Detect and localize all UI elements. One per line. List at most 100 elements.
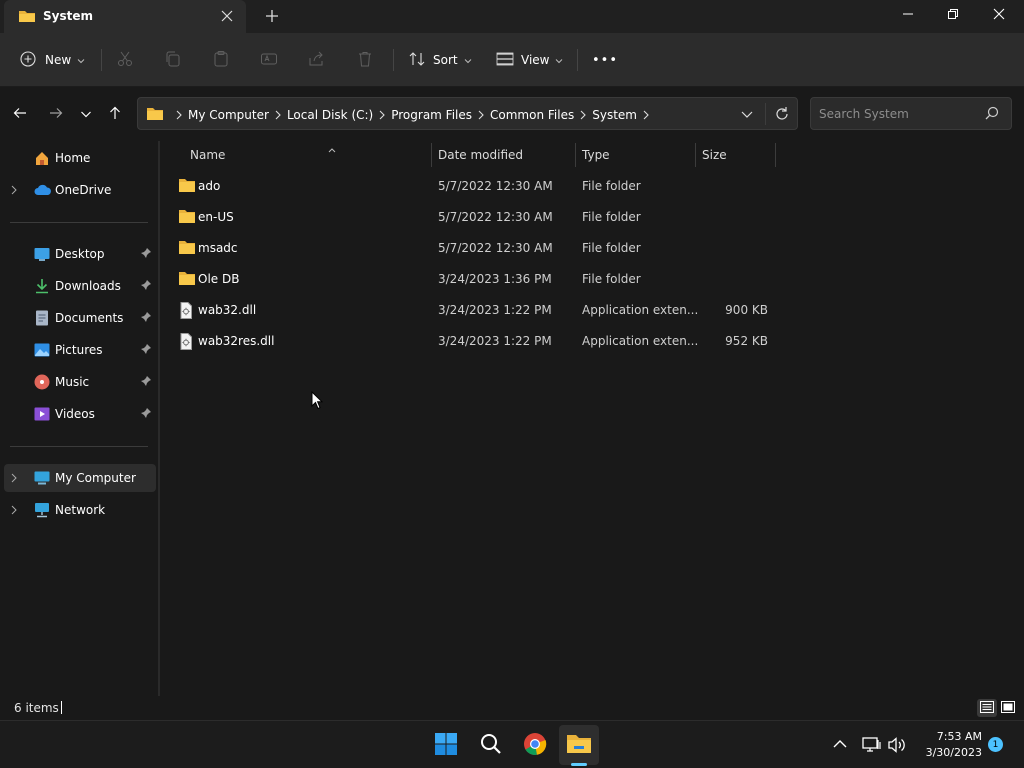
start-button[interactable] xyxy=(426,725,466,765)
sidebar-item-music[interactable]: Music xyxy=(4,368,156,396)
close-icon xyxy=(993,8,1005,23)
sidebar-item-label: Network xyxy=(55,503,106,517)
folder-icon xyxy=(178,240,196,258)
column-header-type[interactable]: Type xyxy=(576,141,696,168)
sidebar-item-onedrive[interactable]: OneDrive xyxy=(4,176,156,204)
recent-locations-button[interactable] xyxy=(75,103,97,125)
details-view-button[interactable] xyxy=(977,699,997,717)
sidebar-item-downloads[interactable]: Downloads xyxy=(4,272,156,300)
minimize-button[interactable] xyxy=(885,0,931,30)
rename-button[interactable] xyxy=(260,46,278,74)
file-name: Ole DB xyxy=(198,272,240,286)
sidebar-item-home[interactable]: Home xyxy=(4,144,156,172)
file-row-msadc[interactable]: msadc 5/7/2022 12:30 AM File folder xyxy=(172,233,776,264)
file-type: File folder xyxy=(582,241,641,255)
pin-icon xyxy=(140,311,152,326)
file-row-wab32-dll[interactable]: wab32.dll 3/24/2023 1:22 PM Application … xyxy=(172,295,776,326)
close-window-button[interactable] xyxy=(976,0,1022,30)
file-row-en-us[interactable]: en-US 5/7/2022 12:30 AM File folder xyxy=(172,202,776,233)
breadcrumb-system[interactable]: System xyxy=(592,108,637,122)
address-bar[interactable]: My Computer Local Disk (C:) Program File… xyxy=(137,97,798,130)
file-row-ole-db[interactable]: Ole DB 3/24/2023 1:36 PM File folder xyxy=(172,264,776,295)
new-button[interactable]: New xyxy=(20,46,86,74)
taskbar-search-button[interactable] xyxy=(471,725,511,765)
status-separator xyxy=(61,701,62,714)
sidebar-item-desktop[interactable]: Desktop xyxy=(4,240,156,268)
paste-button[interactable] xyxy=(212,46,230,74)
breadcrumb-program-files[interactable]: Program Files xyxy=(391,108,472,122)
column-divider[interactable] xyxy=(775,143,776,167)
breadcrumb-my-computer[interactable]: My Computer xyxy=(188,108,269,122)
network-icon xyxy=(34,502,50,518)
sidebar-item-documents[interactable]: Documents xyxy=(4,304,156,332)
sidebar-item-videos[interactable]: Videos xyxy=(4,400,156,428)
notification-badge[interactable]: 1 xyxy=(988,737,1003,752)
status-bar: 6 items xyxy=(0,696,1024,720)
chevron-right-icon xyxy=(172,110,186,120)
sidebar-item-label: Home xyxy=(55,151,91,165)
up-button[interactable] xyxy=(104,103,126,125)
address-history-button[interactable] xyxy=(738,106,756,122)
sidebar-item-pictures[interactable]: Pictures xyxy=(4,336,156,364)
sidebar-item-label: Downloads xyxy=(55,279,121,293)
chevron-right-icon xyxy=(474,110,488,120)
delete-button[interactable] xyxy=(356,46,374,74)
file-row-ado[interactable]: ado 5/7/2022 12:30 AM File folder xyxy=(172,171,776,202)
file-name: wab32res.dll xyxy=(198,334,275,348)
restore-button[interactable] xyxy=(930,0,976,30)
show-hidden-icons-button[interactable] xyxy=(832,737,848,754)
pin-icon xyxy=(140,247,152,262)
column-header-label: Name xyxy=(190,148,226,162)
sidebar-item-label: Videos xyxy=(55,407,95,421)
copy-icon xyxy=(164,50,182,71)
file-name: en-US xyxy=(198,210,234,224)
music-icon xyxy=(34,374,50,390)
file-row-wab32res-dll[interactable]: wab32res.dll 3/24/2023 1:22 PM Applicati… xyxy=(172,326,776,357)
network-status-button[interactable] xyxy=(862,736,882,757)
file-type: Application exten... xyxy=(582,334,699,348)
column-header-name[interactable]: Name xyxy=(184,141,432,168)
file-explorer-button[interactable] xyxy=(559,725,599,765)
folder-icon xyxy=(18,8,36,27)
clock-date: 3/30/2023 xyxy=(925,746,982,759)
search-input[interactable] xyxy=(819,105,979,123)
copy-button[interactable] xyxy=(164,46,182,74)
clock[interactable]: 7:53 AM 3/30/2023 xyxy=(912,729,982,761)
share-button[interactable] xyxy=(308,46,326,74)
new-tab-button[interactable] xyxy=(262,6,282,26)
breadcrumb-common-files[interactable]: Common Files xyxy=(490,108,574,122)
pin-icon xyxy=(140,279,152,294)
back-button[interactable] xyxy=(9,103,31,125)
view-button[interactable]: View xyxy=(496,46,563,74)
item-count: 6 items xyxy=(14,701,59,715)
cut-button[interactable] xyxy=(116,46,134,74)
file-date-modified: 3/24/2023 1:36 PM xyxy=(438,272,552,286)
sidebar-divider xyxy=(10,222,148,223)
arrow-left-icon xyxy=(13,106,27,123)
paste-icon xyxy=(212,50,230,71)
breadcrumb-local-disk[interactable]: Local Disk (C:) xyxy=(287,108,373,122)
toolbar-divider xyxy=(393,49,394,71)
tab-system[interactable]: System xyxy=(4,0,246,33)
refresh-button[interactable] xyxy=(772,104,792,124)
sort-button[interactable]: Sort xyxy=(408,46,472,74)
tiles-view-button[interactable] xyxy=(998,699,1018,717)
clock-time: 7:53 AM xyxy=(936,730,982,743)
column-header-date[interactable]: Date modified xyxy=(432,141,576,168)
pin-icon xyxy=(140,343,152,358)
search-box[interactable] xyxy=(810,97,1012,130)
column-header-size[interactable]: Size xyxy=(696,141,776,168)
chevron-right-icon xyxy=(10,472,18,486)
chevron-right-icon xyxy=(271,110,285,120)
cut-icon xyxy=(116,50,134,71)
file-type: File folder xyxy=(582,179,641,193)
more-options-button[interactable]: ••• xyxy=(592,46,618,74)
file-size: 952 KB xyxy=(725,334,768,348)
chrome-button[interactable] xyxy=(515,725,555,765)
volume-button[interactable] xyxy=(887,736,907,757)
file-date-modified: 5/7/2022 12:30 AM xyxy=(438,210,553,224)
sidebar-item-my-computer[interactable]: My Computer xyxy=(4,464,156,492)
close-tab-icon[interactable] xyxy=(217,6,237,26)
sidebar-item-network[interactable]: Network xyxy=(4,496,156,524)
forward-button[interactable] xyxy=(45,103,67,125)
